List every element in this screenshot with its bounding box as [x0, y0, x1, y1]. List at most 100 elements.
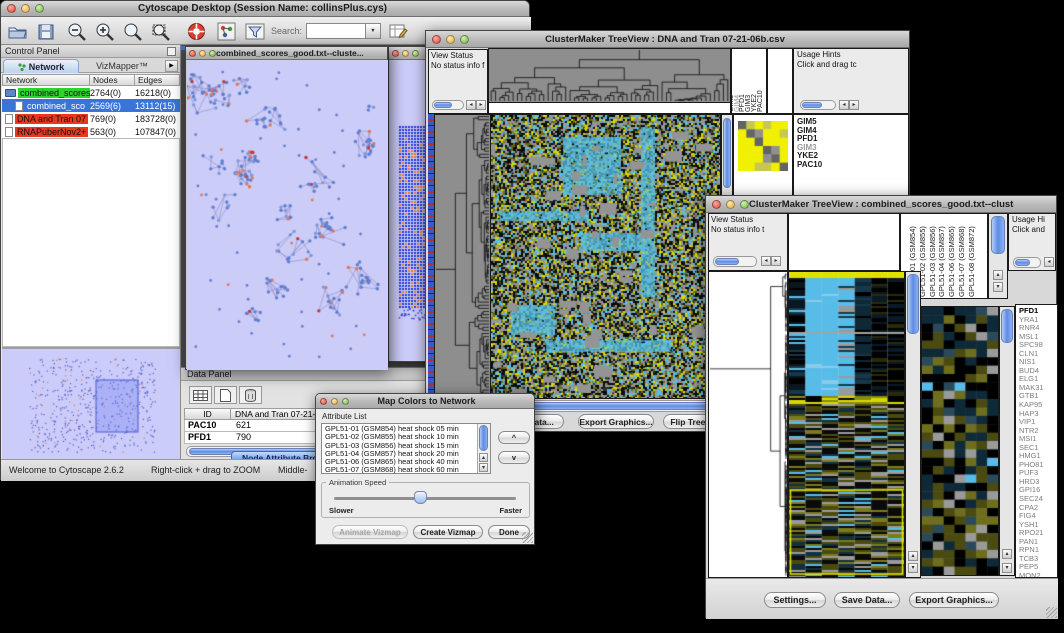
new-attribute-icon[interactable]: [214, 386, 237, 404]
close-icon[interactable]: [392, 50, 399, 57]
minimize-icon[interactable]: [199, 50, 206, 57]
close-icon[interactable]: [189, 50, 196, 57]
scroll-up-icon[interactable]: ▴: [479, 453, 488, 462]
scroll-down-icon[interactable]: ▾: [908, 563, 918, 573]
scroll-thumb[interactable]: [479, 425, 488, 451]
scroll-thumb[interactable]: [723, 118, 731, 188]
zoom-window-icon[interactable]: [209, 50, 216, 57]
minimize-icon[interactable]: [402, 50, 409, 57]
scroll-thumb[interactable]: [991, 216, 1005, 254]
animate-vizmap-button[interactable]: Animate Vizmap: [332, 525, 408, 539]
move-up-button[interactable]: ^: [498, 431, 530, 444]
network-table-row[interactable]: combined_sco2569(6)13112(15): [2, 99, 180, 112]
dialog-title-bar[interactable]: Map Colors to Network: [316, 394, 534, 409]
scroll-thumb[interactable]: [434, 102, 452, 108]
export-graphics-button[interactable]: Export Graphics...: [909, 592, 999, 608]
treeview1-title-bar[interactable]: ClusterMaker TreeView : DNA and Tran 07-…: [426, 31, 909, 48]
network1-title-bar[interactable]: combined_scores_good.txt--cluste...: [186, 47, 387, 60]
attribute-listbox[interactable]: GPL51-01 (GSM854) heat shock 05 minGPL51…: [321, 423, 491, 474]
search-input[interactable]: [306, 23, 366, 39]
zoom-fit-icon[interactable]: [149, 20, 172, 43]
attribute-list-item[interactable]: GPL51-07 (GSM868) heat shock 60 min: [322, 466, 477, 474]
settings-button[interactable]: Settings...: [764, 592, 826, 608]
save-data-button[interactable]: Save Data...: [834, 592, 900, 608]
zoom-window-icon[interactable]: [35, 4, 44, 13]
save-session-icon[interactable]: [34, 20, 57, 43]
network-view-canvas[interactable]: [187, 60, 388, 370]
close-icon[interactable]: [432, 35, 441, 44]
tv2-collabel-vscrollbar[interactable]: ▴ ▾: [988, 213, 1008, 299]
zoom-selected-icon[interactable]: [121, 20, 144, 43]
vizmapper-icon[interactable]: [215, 20, 238, 43]
view-status-hscrollbar[interactable]: [713, 256, 757, 267]
scroll-left-icon[interactable]: ◂: [761, 256, 771, 266]
row-dendrogram-canvas[interactable]: [709, 272, 787, 577]
scroll-down-icon[interactable]: ▾: [993, 282, 1003, 292]
minimize-icon[interactable]: [21, 4, 30, 13]
row-dendrogram-canvas[interactable]: [435, 115, 490, 398]
table-edit-icon[interactable]: [387, 20, 410, 43]
close-icon[interactable]: [712, 200, 721, 209]
birdseye-view-canvas[interactable]: [3, 350, 179, 458]
tab-vizmapper[interactable]: VizMapper™: [81, 59, 163, 73]
tab-network[interactable]: Network: [3, 59, 79, 73]
attribute-list-vscrollbar[interactable]: ▴ ▾: [477, 424, 490, 473]
search-dropdown-icon[interactable]: ▼: [366, 23, 381, 39]
usage-hints-hscrollbar[interactable]: [1013, 257, 1041, 268]
create-vizmap-button[interactable]: Create Vizmap: [413, 525, 483, 539]
zoom-window-icon[interactable]: [740, 200, 749, 209]
scroll-down-icon[interactable]: ▾: [1002, 563, 1012, 573]
scroll-up-icon[interactable]: ▴: [908, 551, 918, 561]
usage-hints-hscrollbar[interactable]: [800, 100, 836, 110]
scroll-left-icon[interactable]: ◂: [1044, 257, 1054, 267]
zoom-window-icon[interactable]: [412, 50, 419, 57]
scroll-thumb[interactable]: [1015, 259, 1030, 266]
minimize-icon[interactable]: [331, 398, 338, 405]
export-graphics-button[interactable]: Export Graphics...: [578, 414, 654, 429]
filter-icon[interactable]: [243, 20, 266, 43]
heatmap-canvas[interactable]: [789, 272, 904, 577]
scroll-left-icon[interactable]: ◂: [839, 100, 849, 110]
scroll-right-icon[interactable]: ▸: [476, 100, 486, 110]
open-file-icon[interactable]: [6, 20, 29, 43]
column-header-nodes[interactable]: Nodes: [90, 74, 135, 86]
attribute-table-icon[interactable]: [189, 386, 212, 404]
help-lifering-icon[interactable]: [185, 20, 208, 43]
data-col-id[interactable]: ID: [184, 408, 231, 420]
zoom-in-icon[interactable]: [93, 20, 116, 43]
speed-slider-thumb[interactable]: [414, 491, 427, 504]
tab-more-icon[interactable]: ▶: [165, 60, 178, 72]
scroll-thumb[interactable]: [715, 258, 739, 265]
scroll-thumb[interactable]: [1001, 309, 1013, 343]
zoom-heatmap-canvas[interactable]: [922, 307, 998, 575]
heatmap-canvas[interactable]: [491, 115, 720, 398]
network-table-row[interactable]: DNA and Tran 07769(0)183728(0): [2, 112, 180, 125]
column-header-network[interactable]: Network: [2, 74, 90, 86]
view-status-hscrollbar[interactable]: [432, 100, 464, 110]
scroll-thumb[interactable]: [907, 274, 919, 334]
zoom-window-icon[interactable]: [460, 35, 469, 44]
move-down-button[interactable]: v: [498, 451, 530, 464]
resize-grip[interactable]: [1046, 607, 1057, 618]
treeview2-title-bar[interactable]: ClusterMaker TreeView : combined_scores_…: [706, 196, 1056, 213]
delete-attribute-icon[interactable]: [239, 386, 262, 404]
minimize-icon[interactable]: [726, 200, 735, 209]
zoom-out-icon[interactable]: [65, 20, 88, 43]
scroll-left-icon[interactable]: ◂: [466, 100, 476, 110]
float-panel-icon[interactable]: [167, 47, 176, 56]
scroll-right-icon[interactable]: ▸: [771, 256, 781, 266]
resize-grip[interactable]: [522, 532, 533, 543]
scroll-up-icon[interactable]: ▴: [993, 270, 1003, 280]
minimize-icon[interactable]: [446, 35, 455, 44]
tv2-zoom-vscrollbar[interactable]: ▴ ▾: [999, 306, 1015, 576]
network-table-row[interactable]: combined_scores2764(0)16218(0): [2, 86, 180, 99]
scroll-right-icon[interactable]: ▸: [849, 100, 859, 110]
close-icon[interactable]: [7, 4, 16, 13]
tv2-heatmap-vscrollbar[interactable]: ▴ ▾: [905, 271, 921, 578]
column-dendrogram-canvas[interactable]: [489, 49, 730, 102]
column-header-edges[interactable]: Edges: [135, 74, 180, 86]
scroll-down-icon[interactable]: ▾: [479, 463, 488, 472]
scroll-up-icon[interactable]: ▴: [1002, 549, 1012, 559]
network-table-row[interactable]: RNAPuberNov2+563(0)107847(0): [2, 125, 180, 138]
main-title-bar[interactable]: Cytoscape Desktop (Session Name: collins…: [1, 1, 529, 17]
